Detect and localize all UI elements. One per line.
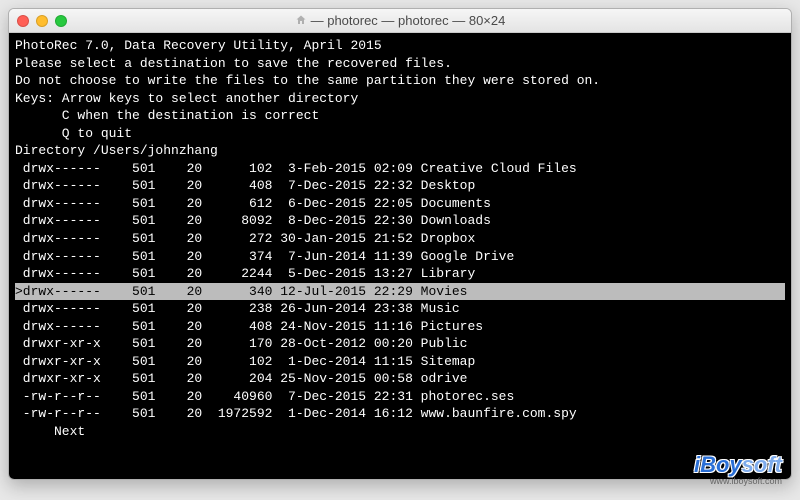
minimize-icon[interactable] bbox=[36, 15, 48, 27]
traffic-lights bbox=[17, 15, 67, 27]
terminal-content[interactable]: PhotoRec 7.0, Data Recovery Utility, Apr… bbox=[9, 33, 791, 479]
file-row[interactable]: drwxr-xr-x 501 20 170 28-Oct-2012 00:20 … bbox=[15, 335, 785, 353]
terminal-line: Do not choose to write the files to the … bbox=[15, 72, 785, 90]
file-row[interactable]: -rw-r--r-- 501 20 40960 7-Dec-2015 22:31… bbox=[15, 388, 785, 406]
file-row[interactable]: drwx------ 501 20 408 24-Nov-2015 11:16 … bbox=[15, 318, 785, 336]
terminal-line: Please select a destination to save the … bbox=[15, 55, 785, 73]
file-row[interactable]: >drwx------ 501 20 340 12-Jul-2015 22:29… bbox=[15, 283, 785, 301]
home-icon bbox=[295, 14, 307, 26]
file-row[interactable]: drwx------ 501 20 272 30-Jan-2015 21:52 … bbox=[15, 230, 785, 248]
terminal-window: — photorec — photorec — 80×24 PhotoRec 7… bbox=[8, 8, 792, 480]
watermark: iBoysoft www.iboysoft.com bbox=[694, 452, 782, 486]
window-title-text: — photorec — photorec — 80×24 bbox=[311, 13, 506, 28]
file-row[interactable]: drwx------ 501 20 8092 8-Dec-2015 22:30 … bbox=[15, 212, 785, 230]
file-row[interactable]: drwxr-xr-x 501 20 102 1-Dec-2014 11:15 S… bbox=[15, 353, 785, 371]
terminal-line: C when the destination is correct bbox=[15, 107, 785, 125]
file-row[interactable]: -rw-r--r-- 501 20 1972592 1-Dec-2014 16:… bbox=[15, 405, 785, 423]
titlebar: — photorec — photorec — 80×24 bbox=[9, 9, 791, 33]
file-row[interactable]: drwx------ 501 20 374 7-Jun-2014 11:39 G… bbox=[15, 248, 785, 266]
watermark-brand-b: soft bbox=[742, 452, 782, 477]
next-button[interactable]: Next bbox=[15, 423, 785, 441]
terminal-line: Keys: Arrow keys to select another direc… bbox=[15, 90, 785, 108]
file-row[interactable]: drwx------ 501 20 612 6-Dec-2015 22:05 D… bbox=[15, 195, 785, 213]
watermark-url: www.iboysoft.com bbox=[694, 476, 782, 486]
file-row[interactable]: drwxr-xr-x 501 20 204 25-Nov-2015 00:58 … bbox=[15, 370, 785, 388]
close-icon[interactable] bbox=[17, 15, 29, 27]
file-row[interactable]: drwx------ 501 20 238 26-Jun-2014 23:38 … bbox=[15, 300, 785, 318]
terminal-line: Directory /Users/johnzhang bbox=[15, 142, 785, 160]
terminal-line: PhotoRec 7.0, Data Recovery Utility, Apr… bbox=[15, 37, 785, 55]
watermark-brand-a: iBoy bbox=[694, 452, 742, 477]
file-row[interactable]: drwx------ 501 20 408 7-Dec-2015 22:32 D… bbox=[15, 177, 785, 195]
zoom-icon[interactable] bbox=[55, 15, 67, 27]
file-row[interactable]: drwx------ 501 20 2244 5-Dec-2015 13:27 … bbox=[15, 265, 785, 283]
terminal-line: Q to quit bbox=[15, 125, 785, 143]
window-title: — photorec — photorec — 80×24 bbox=[9, 13, 791, 28]
file-row[interactable]: drwx------ 501 20 102 3-Feb-2015 02:09 C… bbox=[15, 160, 785, 178]
